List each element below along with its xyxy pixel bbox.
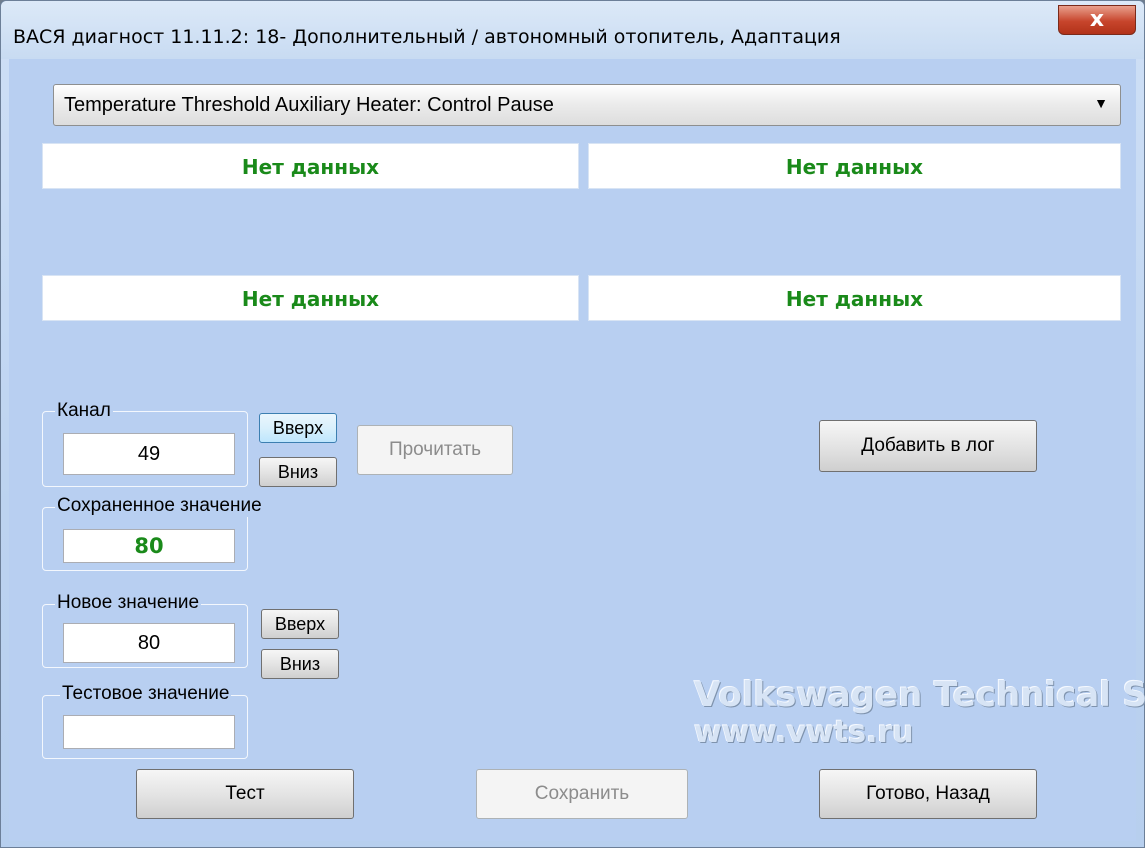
test-button[interactable]: Тест <box>136 769 354 819</box>
data-display-4: Нет данных <box>588 275 1121 321</box>
done-back-button[interactable]: Готово, Назад <box>819 769 1037 819</box>
test-value-label: Тестовое значение <box>60 683 232 705</box>
new-value-label: Новое значение <box>55 592 202 614</box>
saved-value-label: Сохраненное значение <box>55 495 264 517</box>
data-display-2: Нет данных <box>588 143 1121 189</box>
dropdown-arrow-icon[interactable]: ▼ <box>1094 95 1108 111</box>
channel-up-button[interactable]: Вверх <box>259 413 337 443</box>
data-display-1: Нет данных <box>42 143 579 189</box>
title-bar[interactable]: ВАСЯ диагност 11.11.2: 18- Дополнительны… <box>1 1 1144 59</box>
test-value-input[interactable] <box>63 715 235 749</box>
selected-channel-name: Temperature Threshold Auxiliary Heater: … <box>64 94 554 116</box>
read-button[interactable]: Прочитать <box>357 425 513 475</box>
adaptation-channel-select[interactable]: Temperature Threshold Auxiliary Heater: … <box>53 84 1121 126</box>
watermark-url: www.vwts.ru <box>694 715 914 750</box>
new-value-up-button[interactable]: Вверх <box>261 609 339 639</box>
add-to-log-button[interactable]: Добавить в лог <box>819 420 1037 472</box>
data-display-3: Нет данных <box>42 275 579 321</box>
app-window: ВАСЯ диагност 11.11.2: 18- Дополнительны… <box>0 0 1145 848</box>
save-button[interactable]: Сохранить <box>476 769 688 819</box>
dialog-body: Temperature Threshold Auxiliary Heater: … <box>9 59 1145 841</box>
channel-label: Канал <box>55 400 113 422</box>
new-value-input[interactable]: 80 <box>63 623 235 663</box>
close-icon: x <box>1089 7 1105 32</box>
window-title: ВАСЯ диагност 11.11.2: 18- Дополнительны… <box>13 26 841 48</box>
watermark-title: Volkswagen Technical Site <box>694 675 1145 715</box>
channel-input[interactable]: 49 <box>63 433 235 475</box>
saved-value-display: 80 <box>63 529 235 563</box>
channel-down-button[interactable]: Вниз <box>259 457 337 487</box>
close-button[interactable]: x <box>1058 5 1136 35</box>
new-value-down-button[interactable]: Вниз <box>261 649 339 679</box>
